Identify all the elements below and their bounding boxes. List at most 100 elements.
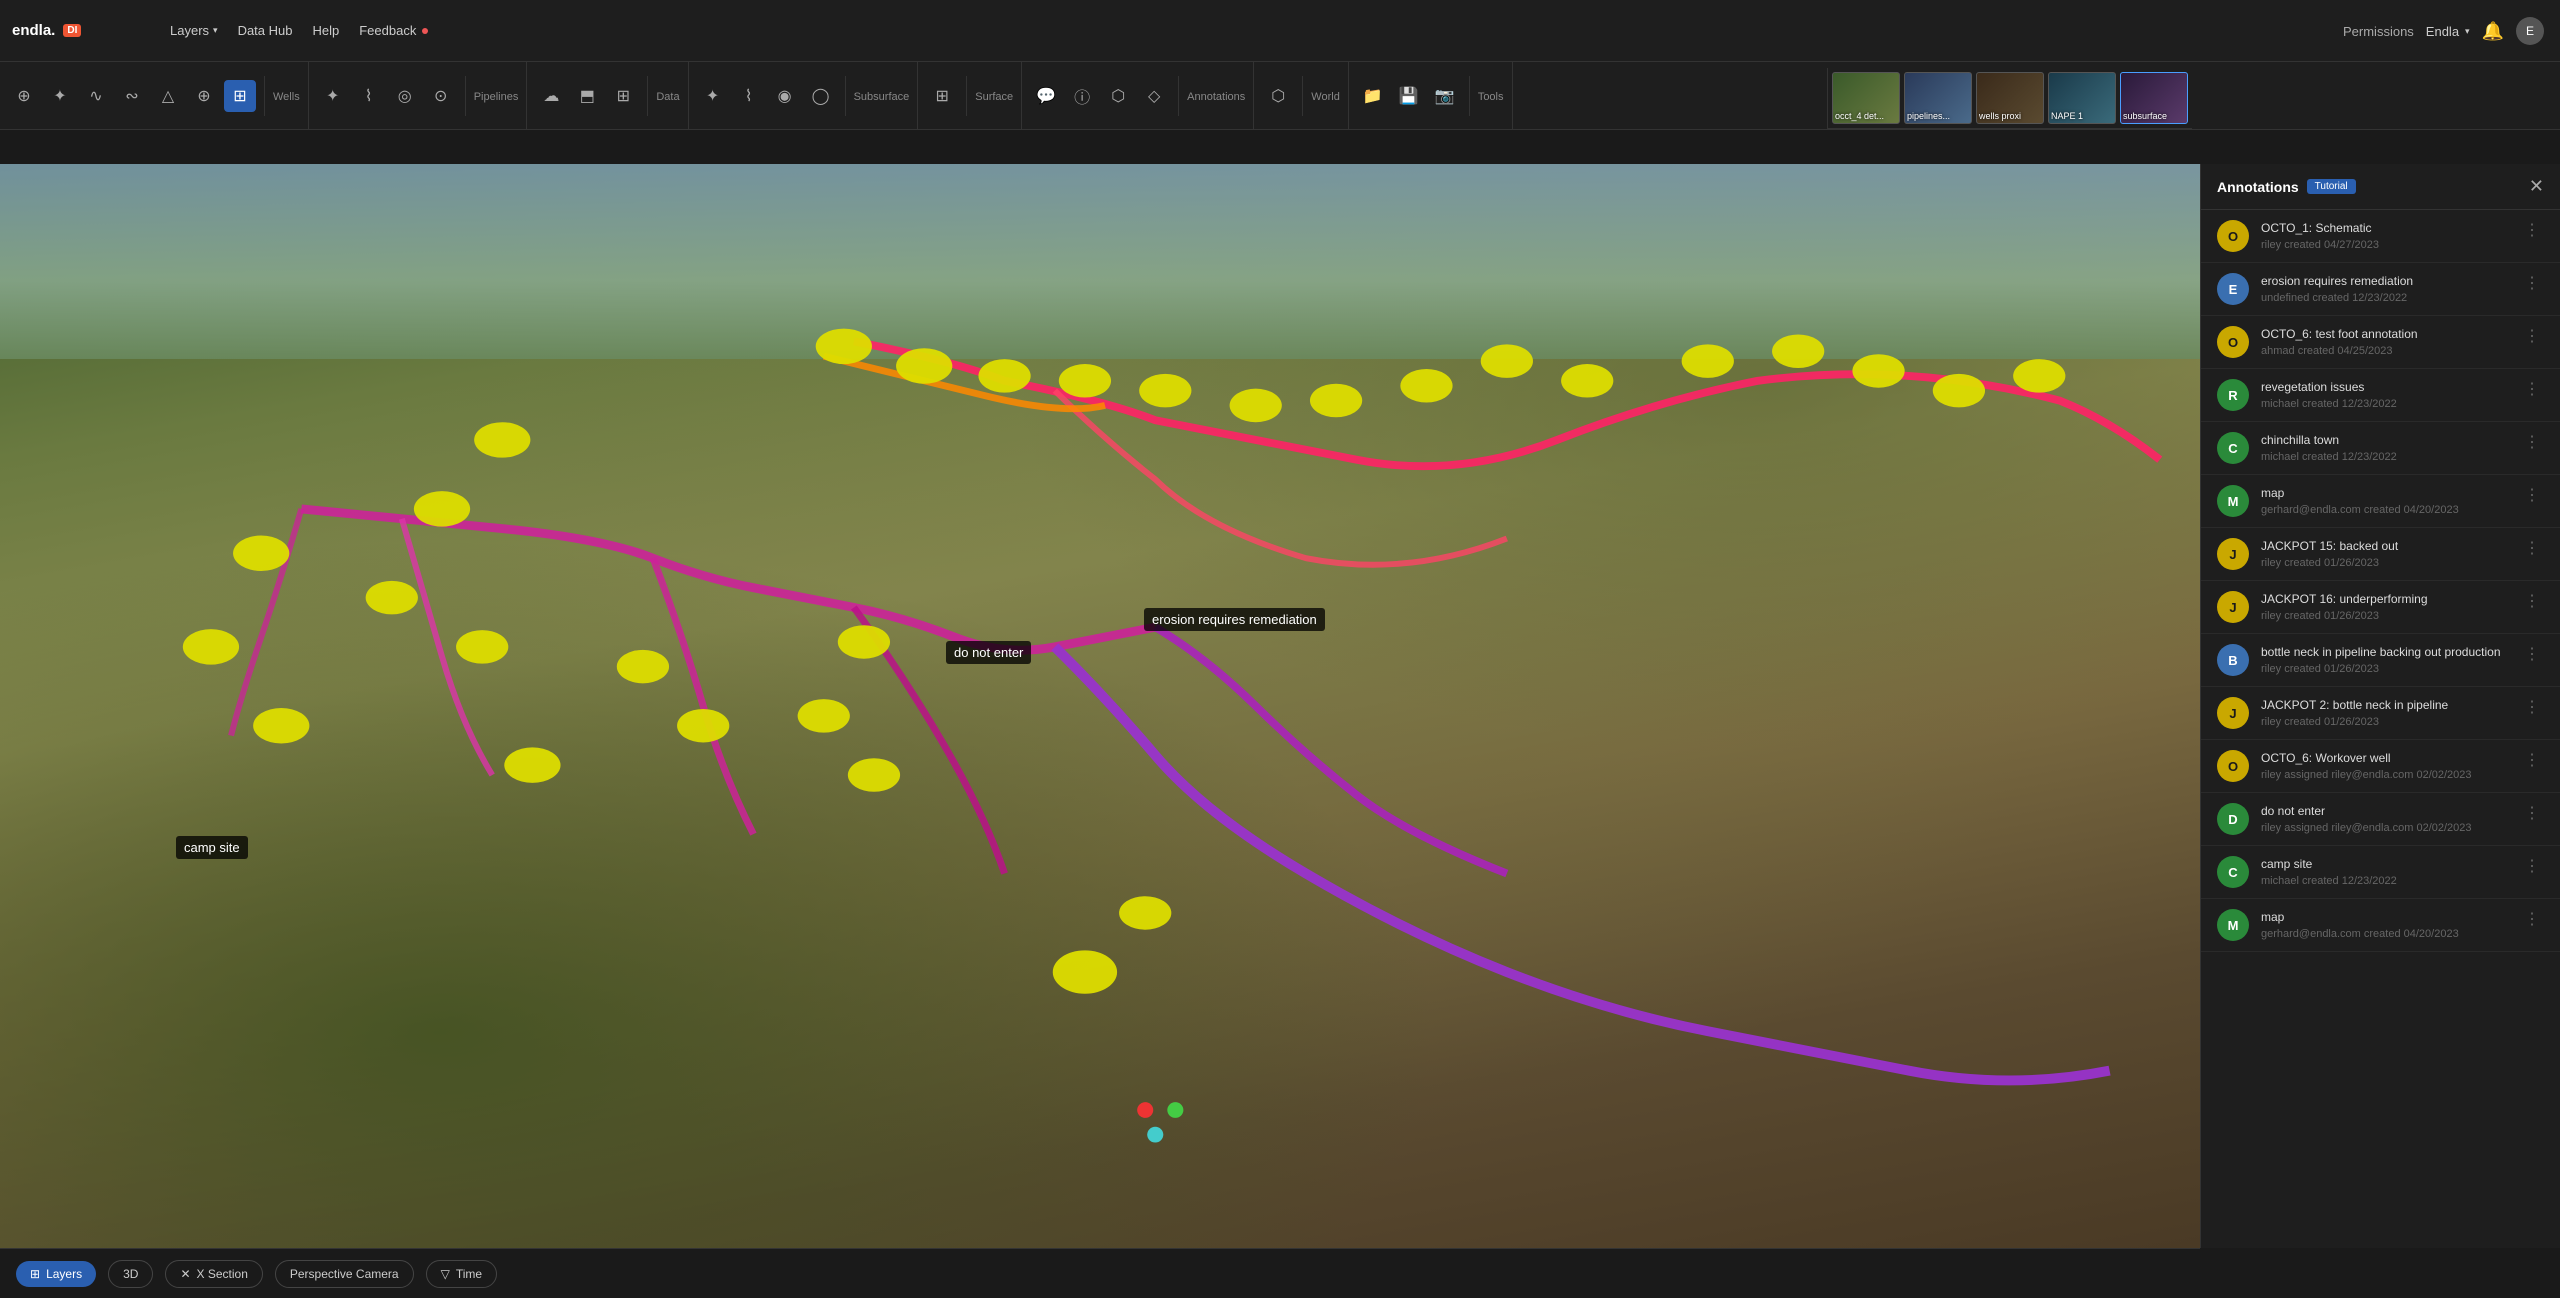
annotation-item-6[interactable]: M map gerhard@endla.com created 04/20/20…: [2201, 475, 2560, 528]
pipelines-section: ✦ ⌇ ◎ ⊙ Pipelines: [309, 62, 528, 129]
annotation-item-5[interactable]: C chinchilla town michael created 12/23/…: [2201, 422, 2560, 475]
ann-meta-6: gerhard@endla.com created 04/20/2023: [2261, 504, 2508, 516]
3d-button[interactable]: 3D: [108, 1260, 153, 1288]
ann-meta-2: undefined created 12/23/2022: [2261, 292, 2508, 304]
layers-button[interactable]: ⊞ Layers: [16, 1261, 96, 1287]
ann-more-5[interactable]: ⋮: [2520, 432, 2544, 452]
ann-more-6[interactable]: ⋮: [2520, 485, 2544, 505]
annotation-item-8[interactable]: J JACKPOT 16: underperforming riley crea…: [2201, 581, 2560, 634]
annotation-close-button[interactable]: ✕: [2529, 176, 2544, 197]
tool-square[interactable]: ⊞: [224, 80, 256, 112]
map-viewport[interactable]: camp site do not enter erosion requires …: [0, 164, 2200, 1248]
ann-avatar-13: C: [2217, 856, 2249, 888]
tool-sub2[interactable]: ⌇: [733, 80, 765, 112]
user-menu[interactable]: Endla ▾: [2426, 24, 2470, 39]
layers-nav[interactable]: Layers ▾: [160, 19, 228, 42]
thumb-5[interactable]: subsurface: [2120, 72, 2188, 124]
ann-content-5: chinchilla town michael created 12/23/20…: [2261, 432, 2508, 463]
annotation-item-14[interactable]: M map gerhard@endla.com created 04/20/20…: [2201, 899, 2560, 952]
notification-icon[interactable]: 🔔: [2482, 21, 2504, 42]
annotation-item-2[interactable]: E erosion requires remediation undefined…: [2201, 263, 2560, 316]
ann-meta-12: riley assigned riley@endla.com 02/02/202…: [2261, 822, 2508, 834]
ann-title-5: chinchilla town: [2261, 432, 2508, 449]
top-right-area: Permissions Endla ▾ 🔔 E: [2327, 0, 2560, 62]
annotation-item-13[interactable]: C camp site michael created 12/23/2022 ⋮: [2201, 846, 2560, 899]
thumb-2[interactable]: pipelines...: [1904, 72, 1972, 124]
ann-title-14: map: [2261, 909, 2508, 926]
thumb-4[interactable]: NAPE 1: [2048, 72, 2116, 124]
tool-world1[interactable]: ⬡: [1262, 80, 1294, 112]
tool-pip1[interactable]: ✦: [317, 80, 349, 112]
tool-sub1[interactable]: ✦: [697, 80, 729, 112]
pipelines-label: Pipelines: [474, 91, 519, 103]
tool-ann1[interactable]: 💬: [1030, 80, 1062, 112]
help-nav[interactable]: Help: [302, 19, 349, 42]
annotation-item-4[interactable]: R revegetation issues michael created 12…: [2201, 369, 2560, 422]
tool-save[interactable]: 💾: [1393, 80, 1425, 112]
ann-title-2: erosion requires remediation: [2261, 273, 2508, 290]
thumb-label-4: NAPE 1: [2051, 111, 2083, 121]
annotation-header: Annotations Tutorial ✕: [2201, 164, 2560, 210]
tool-circle-plus[interactable]: ⊕: [188, 80, 220, 112]
tool-ann2[interactable]: ⓘ: [1066, 80, 1098, 112]
ann-more-3[interactable]: ⋮: [2520, 326, 2544, 346]
ann-more-12[interactable]: ⋮: [2520, 803, 2544, 823]
tutorial-badge[interactable]: Tutorial: [2307, 179, 2356, 194]
tool-sur1[interactable]: ⊞: [926, 80, 958, 112]
tool-data1[interactable]: ☁: [535, 80, 567, 112]
tool-triangle[interactable]: △: [152, 80, 184, 112]
perspective-button[interactable]: Perspective Camera: [275, 1260, 414, 1288]
ann-more-14[interactable]: ⋮: [2520, 909, 2544, 929]
thumb-1[interactable]: occt_4 det...: [1832, 72, 1900, 124]
tool-pip4[interactable]: ⊙: [425, 80, 457, 112]
time-icon: ▽: [441, 1267, 450, 1281]
tool-data2[interactable]: ⬒: [571, 80, 603, 112]
ann-more-1[interactable]: ⋮: [2520, 220, 2544, 240]
ann-content-7: JACKPOT 15: backed out riley created 01/…: [2261, 538, 2508, 569]
ann-more-7[interactable]: ⋮: [2520, 538, 2544, 558]
tool-wave1[interactable]: ∿: [80, 80, 112, 112]
annotation-item-10[interactable]: J JACKPOT 2: bottle neck in pipeline ril…: [2201, 687, 2560, 740]
feedback-nav[interactable]: Feedback: [349, 19, 438, 42]
tool-folder[interactable]: 📁: [1357, 80, 1389, 112]
ann-more-9[interactable]: ⋮: [2520, 644, 2544, 664]
ann-more-10[interactable]: ⋮: [2520, 697, 2544, 717]
map-svg: [0, 164, 2200, 1248]
world-section: ⬡ World: [1254, 62, 1349, 129]
annotation-item-3[interactable]: O OCTO_6: test foot annotation ahmad cre…: [2201, 316, 2560, 369]
tool-sub3[interactable]: ◉: [769, 80, 801, 112]
x-section-button[interactable]: ✕ X Section: [165, 1260, 262, 1288]
annotation-item-12[interactable]: D do not enter riley assigned riley@endl…: [2201, 793, 2560, 846]
tool-pip2[interactable]: ⌇: [353, 80, 385, 112]
permissions-label: Permissions: [2343, 24, 2414, 39]
tool-data3[interactable]: ⊞: [607, 80, 639, 112]
annotation-item-7[interactable]: J JACKPOT 15: backed out riley created 0…: [2201, 528, 2560, 581]
ann-more-2[interactable]: ⋮: [2520, 273, 2544, 293]
data-hub-nav[interactable]: Data Hub: [228, 19, 303, 42]
tool-ann3[interactable]: ⬡: [1102, 80, 1134, 112]
time-button[interactable]: ▽ Time: [426, 1260, 497, 1288]
ann-more-13[interactable]: ⋮: [2520, 856, 2544, 876]
annotation-item-1[interactable]: O OCTO_1: Schematic riley created 04/27/…: [2201, 210, 2560, 263]
ann-more-8[interactable]: ⋮: [2520, 591, 2544, 611]
tool-sub4[interactable]: ◯: [805, 80, 837, 112]
thumb-3[interactable]: wells proxi: [1976, 72, 2044, 124]
thumb-label-2: pipelines...: [1907, 111, 1950, 121]
ann-title-13: camp site: [2261, 856, 2508, 873]
ann-more-11[interactable]: ⋮: [2520, 750, 2544, 770]
tool-camera[interactable]: 📷: [1429, 80, 1461, 112]
user-avatar[interactable]: E: [2516, 17, 2544, 45]
tool-star[interactable]: ✦: [44, 80, 76, 112]
ann-more-4[interactable]: ⋮: [2520, 379, 2544, 399]
ann-title-7: JACKPOT 15: backed out: [2261, 538, 2508, 555]
tool-add-well[interactable]: ⊕: [8, 80, 40, 112]
annotation-item-11[interactable]: O OCTO_6: Workover well riley assigned r…: [2201, 740, 2560, 793]
ann-avatar-10: J: [2217, 697, 2249, 729]
ann-avatar-3: O: [2217, 326, 2249, 358]
wells-label: Wells: [273, 91, 300, 103]
annotation-item-9[interactable]: B bottle neck in pipeline backing out pr…: [2201, 634, 2560, 687]
layers-chevron: ▾: [213, 25, 218, 36]
tool-wave2[interactable]: ∾: [116, 80, 148, 112]
tool-pip3[interactable]: ◎: [389, 80, 421, 112]
tool-ann4[interactable]: ◇: [1138, 80, 1170, 112]
